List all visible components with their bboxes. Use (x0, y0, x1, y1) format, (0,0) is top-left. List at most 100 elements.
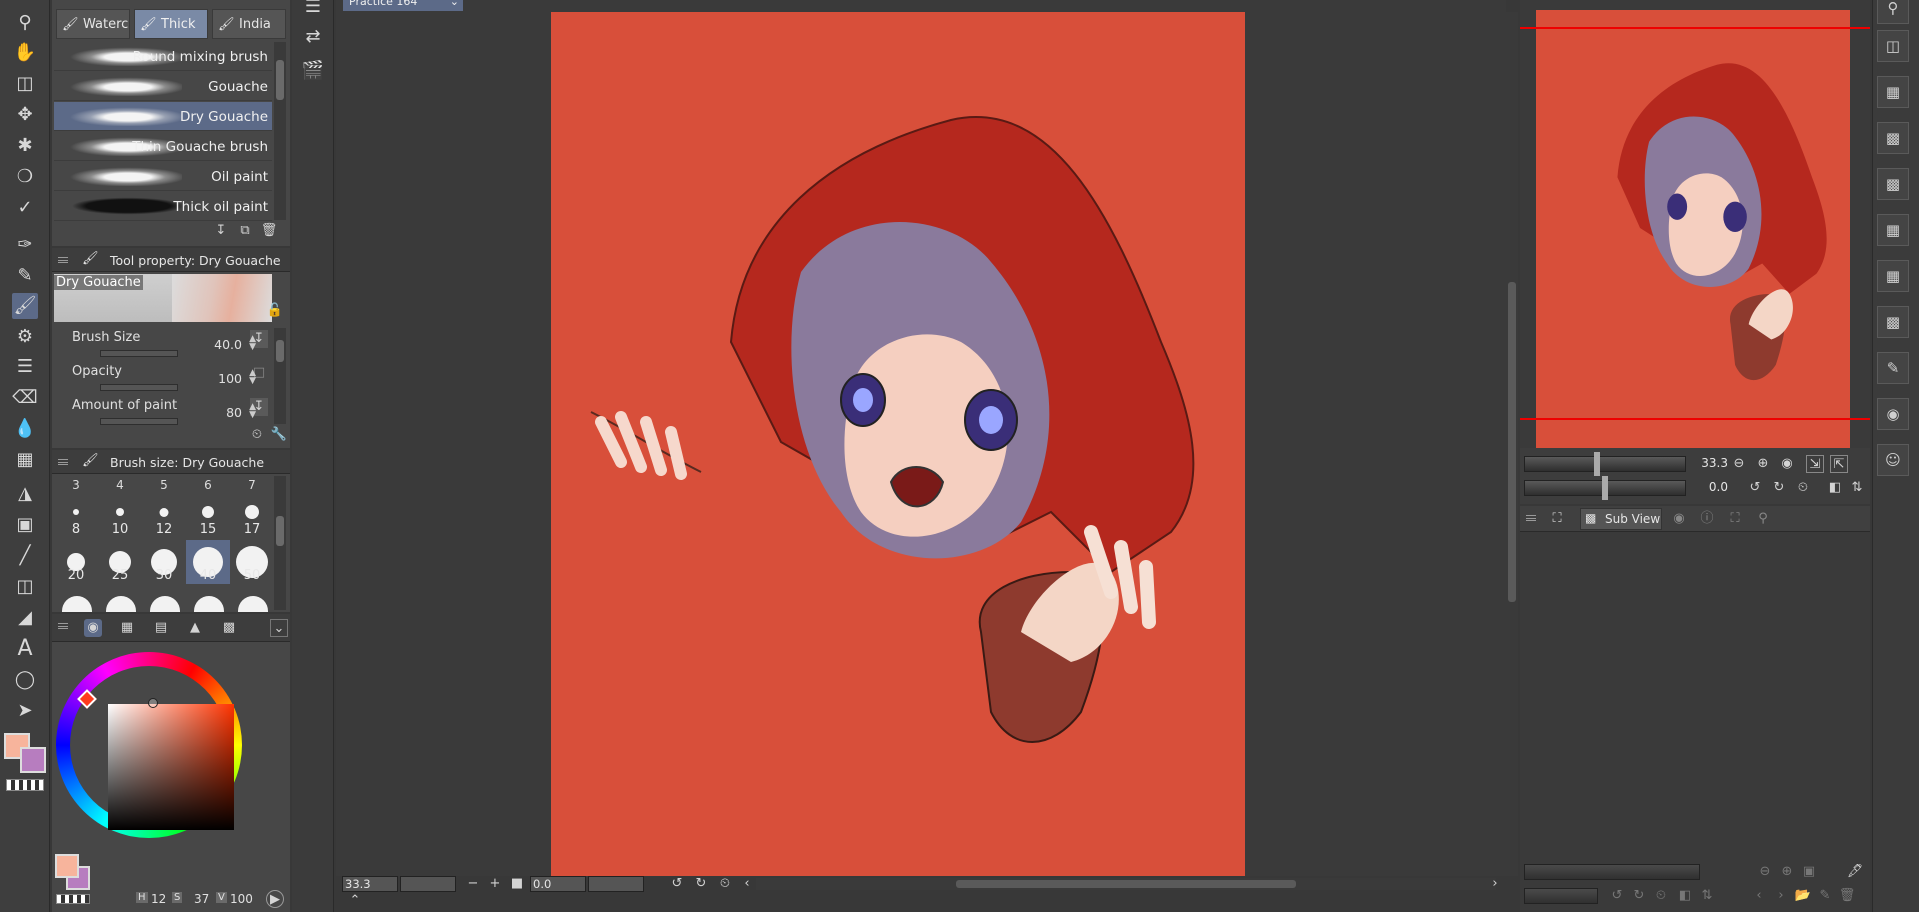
spinner-icon[interactable]: ▲ ▼ (249, 369, 256, 386)
layer-icon[interactable]: ▩ (1877, 122, 1909, 154)
canvas-artwork[interactable] (551, 12, 1245, 876)
color-mixing-icon[interactable]: ▩ (1877, 168, 1909, 200)
transparent-chip[interactable] (56, 894, 90, 904)
info-tab-icon[interactable]: ⓘ (1698, 510, 1716, 528)
brush-size-option[interactable]: 50 (230, 540, 274, 584)
fit-icon[interactable]: ▣ (1800, 863, 1818, 881)
open-folder-icon[interactable]: 📂 (1794, 887, 1812, 905)
hand-tool-icon[interactable]: ✋ (12, 40, 38, 66)
pose-icon[interactable]: ☺ (1877, 444, 1909, 476)
panel-grip-icon[interactable] (58, 257, 68, 263)
panel-grip-icon[interactable] (58, 623, 68, 629)
rotation-field[interactable]: 0.0 (530, 876, 586, 892)
brush-list-item[interactable]: Dry Gouache (54, 102, 272, 131)
intermediate-color-tab-icon[interactable]: ▤ (152, 619, 170, 637)
scroll-thumb[interactable] (276, 60, 284, 100)
search-tab-icon[interactable]: ⚲ (1754, 510, 1772, 528)
chevron-down-icon[interactable]: ⌄ (270, 619, 288, 637)
brush-size-scrollbar[interactable] (274, 476, 286, 610)
zoom-slider[interactable] (400, 876, 456, 892)
brush-list-item[interactable]: Thick oil paint (54, 192, 272, 221)
search-icon[interactable]: ⚲ (1877, 0, 1909, 24)
tab-india-ink[interactable]: 🖌 India in (212, 9, 286, 39)
navigator-tab-icon[interactable]: ⛶ (1548, 510, 1566, 528)
swap-icon[interactable]: ⇄ (300, 24, 326, 50)
3d-object-tool-icon[interactable]: ◫ (12, 71, 38, 97)
gradient-tool-icon[interactable]: ▣ (12, 512, 38, 538)
text-tool-icon[interactable]: A (12, 636, 38, 662)
eraser-tool-icon[interactable]: ⌫ (12, 385, 38, 411)
approximate-color-tab-icon[interactable]: ▲ (186, 619, 204, 637)
zoom-in-icon[interactable]: ⊕ (1778, 863, 1796, 881)
tab-thick-paint[interactable]: 🖌 Thick p (134, 9, 208, 39)
auto-select-tool-icon[interactable]: ✱ (12, 133, 38, 159)
tool-icon[interactable]: ▩ (1877, 306, 1909, 338)
navigator-zoom-slider[interactable] (1524, 456, 1686, 472)
pen-tool-icon[interactable]: ✑ (12, 232, 38, 258)
subview-zoom-slider[interactable] (1524, 864, 1700, 880)
rotate-right-icon[interactable]: ↻ (1630, 887, 1648, 905)
brush-size-option[interactable]: 8 (54, 494, 98, 538)
transparent-color-swatch[interactable] (6, 779, 44, 791)
scroll-left-icon[interactable]: ‹ (738, 875, 756, 893)
navigator-rotation-thumb[interactable] (1602, 476, 1608, 500)
grid-tool-icon[interactable]: ▦ (12, 447, 38, 473)
brush-tool-icon[interactable]: 🖌 (12, 293, 38, 319)
timeline-icon[interactable]: 🎬 (300, 58, 326, 84)
subview-rotation-slider[interactable] (1524, 888, 1598, 904)
scroll-thumb[interactable] (1508, 282, 1516, 602)
property-value[interactable]: 40.0 (214, 337, 242, 352)
blend-tool-icon[interactable]: 💧 (12, 416, 38, 442)
history-icon[interactable]: ✎ (1877, 352, 1909, 384)
color-set-tab-icon[interactable]: ▦ (118, 619, 136, 637)
pencil-tool-icon[interactable]: ✎ (12, 263, 38, 289)
navigator-viewport-top[interactable] (1520, 27, 1870, 29)
document-tab[interactable]: Practice 164 ⌄ (343, 0, 463, 11)
property-slider[interactable] (100, 384, 178, 391)
zoom-out-icon[interactable]: − (464, 875, 482, 893)
rotate-left-icon[interactable]: ↺ (1608, 887, 1626, 905)
color-history-tab-icon[interactable]: ▩ (220, 619, 238, 637)
scroll-thumb[interactable] (956, 880, 1296, 888)
scroll-right-icon[interactable]: › (1486, 875, 1504, 893)
saturation-value-square[interactable] (108, 704, 234, 830)
property-slider[interactable] (100, 418, 178, 425)
panel-grip-icon[interactable] (1526, 515, 1536, 521)
fit-screen-icon[interactable]: ⇲ (1806, 455, 1824, 473)
property-value[interactable]: 100 (218, 371, 242, 386)
tool-property-row[interactable]: Amount of paint 80 ▲ ▼ (72, 398, 272, 430)
layer-search-icon[interactable]: ▦ (1877, 76, 1909, 108)
close-icon[interactable]: ⌄ (450, 0, 459, 8)
auto-action-icon[interactable]: ◉ (1877, 398, 1909, 430)
eyedropper-tool-icon[interactable]: ✓ (12, 195, 38, 221)
zoom-100-icon[interactable]: ◉ (1778, 455, 1796, 473)
trash-icon[interactable]: 🗑 (260, 222, 278, 240)
panel-grip-icon[interactable] (58, 459, 68, 465)
tool-property-row[interactable]: Brush Size 40.0 ▲ ▼ (72, 330, 272, 362)
layers-icon[interactable]: ☰ (300, 0, 326, 20)
tool-property-scrollbar[interactable] (274, 328, 286, 424)
fit-icon[interactable]: ■ (508, 875, 526, 893)
animation-cels-icon[interactable]: ▦ (1877, 214, 1909, 246)
brush-list-item[interactable]: Thin Gouache brush (54, 132, 272, 161)
sub-color-swatch[interactable] (20, 747, 46, 773)
decoration-tool-icon[interactable]: ☰ (12, 354, 38, 380)
balloon-tool-icon[interactable]: ◯ (12, 667, 38, 693)
zoom-out-icon[interactable]: ⊖ (1730, 455, 1748, 473)
brush-size-option[interactable]: 15 (186, 494, 230, 538)
spinner-icon[interactable]: ▲ ▼ (249, 335, 256, 352)
color-mode-icon[interactable]: ▶ (266, 890, 284, 908)
zoom-out-icon[interactable]: ⊖ (1756, 863, 1774, 881)
next-icon[interactable]: › (1772, 887, 1790, 905)
color-wheel-tab-icon[interactable]: ◉ (84, 619, 102, 637)
item-bank-tab-icon[interactable]: ⛶ (1726, 510, 1744, 528)
brush-size-option[interactable]: 25 (98, 540, 142, 584)
property-value[interactable]: 80 (226, 405, 242, 420)
brush-size-option[interactable]: 30 (142, 540, 186, 584)
ruler-tool-icon[interactable]: ◢ (12, 605, 38, 631)
rotate-right-icon[interactable]: ↻ (1770, 479, 1788, 497)
wrench-icon[interactable]: 🔧 (270, 426, 288, 444)
material-tab-icon[interactable]: ◉ (1670, 510, 1688, 528)
fill-tool-icon[interactable]: ◮ (12, 481, 38, 507)
reset-rotation-icon[interactable]: ⏲ (1652, 887, 1670, 905)
